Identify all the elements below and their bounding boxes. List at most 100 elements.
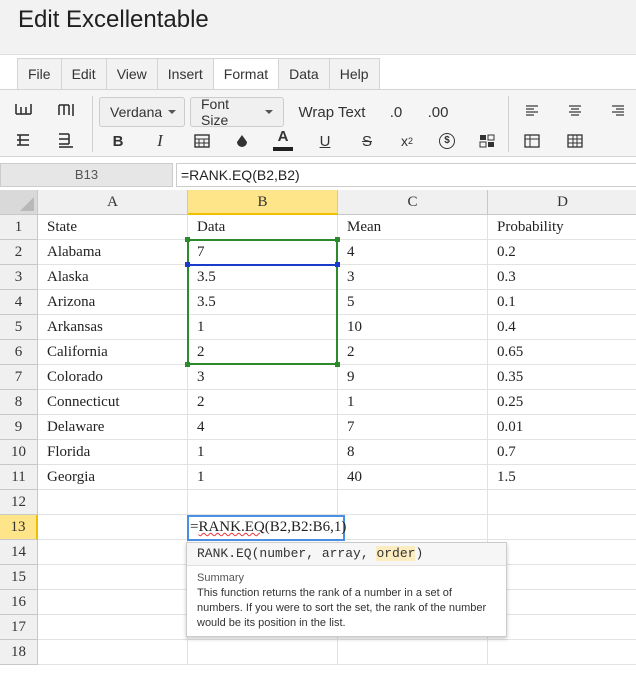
cell-d2[interactable]: 0.2 bbox=[488, 240, 636, 265]
cell-c6[interactable]: 2 bbox=[338, 340, 488, 365]
decrease-decimal-button[interactable]: .0 bbox=[384, 98, 408, 126]
menu-format[interactable]: Format bbox=[213, 59, 280, 90]
name-box[interactable]: B13 bbox=[0, 163, 173, 187]
font-size-dropdown[interactable]: Font Size bbox=[190, 96, 284, 128]
cell-d13[interactable] bbox=[488, 515, 636, 540]
cell-d4[interactable]: 0.1 bbox=[488, 290, 636, 315]
selection-handle[interactable] bbox=[335, 237, 340, 242]
cell-c18[interactable] bbox=[338, 640, 488, 665]
cell-b4[interactable]: 3.5 bbox=[188, 290, 338, 315]
cell-editor-b13[interactable]: =RANK.EQ(B2,B2:B6,1) bbox=[187, 515, 346, 541]
cell-c8[interactable]: 1 bbox=[338, 390, 488, 415]
cell-c11[interactable]: 40 bbox=[338, 465, 488, 490]
align-right-icon[interactable] bbox=[606, 98, 630, 122]
row-header-4[interactable]: 4 bbox=[0, 290, 38, 315]
cell-a2[interactable]: Alabama bbox=[38, 240, 188, 265]
cell-a4[interactable]: Arizona bbox=[38, 290, 188, 315]
cell-c1[interactable]: Mean bbox=[338, 215, 488, 240]
cell-c3[interactable]: 3 bbox=[338, 265, 488, 290]
selection-handle[interactable] bbox=[185, 262, 190, 267]
row-header-6[interactable]: 6 bbox=[0, 340, 38, 365]
increase-decimal-button[interactable]: .00 bbox=[424, 98, 452, 126]
row-header-11[interactable]: 11 bbox=[0, 465, 38, 490]
cell-d9[interactable]: 0.01 bbox=[488, 415, 636, 440]
cell-b6[interactable]: 2 bbox=[188, 340, 338, 365]
wrap-text-button[interactable]: Wrap Text bbox=[294, 98, 370, 126]
superscript-button[interactable]: x2 bbox=[396, 128, 418, 154]
insert-row-above-icon[interactable] bbox=[12, 98, 36, 122]
row-header-18[interactable]: 18 bbox=[0, 640, 38, 665]
row-header-13[interactable]: 13 bbox=[0, 515, 38, 540]
cell-a5[interactable]: Arkansas bbox=[38, 315, 188, 340]
cell-a1[interactable]: State bbox=[38, 215, 188, 240]
cell-d15[interactable] bbox=[488, 565, 636, 590]
row-header-7[interactable]: 7 bbox=[0, 365, 38, 390]
font-color-button[interactable]: A bbox=[272, 126, 294, 154]
cell-a10[interactable]: Florida bbox=[38, 440, 188, 465]
column-header-d[interactable]: D bbox=[488, 190, 636, 215]
align-left-icon[interactable] bbox=[520, 98, 544, 122]
cell-a17[interactable] bbox=[38, 615, 188, 640]
cell-a9[interactable]: Delaware bbox=[38, 415, 188, 440]
selection-handle[interactable] bbox=[335, 262, 340, 267]
cell-d1[interactable]: Probability bbox=[488, 215, 636, 240]
menu-file[interactable]: File bbox=[18, 59, 62, 90]
insert-column-icon[interactable] bbox=[54, 98, 78, 122]
menu-view[interactable]: View bbox=[107, 59, 158, 90]
fill-color-icon[interactable] bbox=[231, 128, 253, 154]
italic-button[interactable]: I bbox=[149, 128, 171, 154]
cell-a11[interactable]: Georgia bbox=[38, 465, 188, 490]
cell-c7[interactable]: 9 bbox=[338, 365, 488, 390]
cell-c5[interactable]: 10 bbox=[338, 315, 488, 340]
cell-b18[interactable] bbox=[188, 640, 338, 665]
row-header-16[interactable]: 16 bbox=[0, 590, 38, 615]
cell-c2[interactable]: 4 bbox=[338, 240, 488, 265]
conditional-format-icon[interactable] bbox=[476, 128, 498, 154]
borders-icon[interactable] bbox=[191, 128, 213, 154]
row-header-14[interactable]: 14 bbox=[0, 540, 38, 565]
row-header-1[interactable]: 1 bbox=[0, 215, 38, 240]
cell-c10[interactable]: 8 bbox=[338, 440, 488, 465]
cell-b5[interactable]: 1 bbox=[188, 315, 338, 340]
cell-b11[interactable]: 1 bbox=[188, 465, 338, 490]
cell-d7[interactable]: 0.35 bbox=[488, 365, 636, 390]
column-header-c[interactable]: C bbox=[338, 190, 488, 215]
cell-b1[interactable]: Data bbox=[188, 215, 338, 240]
menu-insert[interactable]: Insert bbox=[158, 59, 214, 90]
selection-handle[interactable] bbox=[185, 237, 190, 242]
cell-d6[interactable]: 0.65 bbox=[488, 340, 636, 365]
selection-handle[interactable] bbox=[335, 362, 340, 367]
cell-a18[interactable] bbox=[38, 640, 188, 665]
formula-input[interactable]: =RANK.EQ(B2,B2) bbox=[176, 163, 636, 187]
cell-d5[interactable]: 0.4 bbox=[488, 315, 636, 340]
cell-d10[interactable]: 0.7 bbox=[488, 440, 636, 465]
row-header-8[interactable]: 8 bbox=[0, 390, 38, 415]
cell-d3[interactable]: 0.3 bbox=[488, 265, 636, 290]
cell-b9[interactable]: 4 bbox=[188, 415, 338, 440]
cell-b7[interactable]: 3 bbox=[188, 365, 338, 390]
cell-b3[interactable]: 3.5 bbox=[188, 265, 338, 290]
menu-help[interactable]: Help bbox=[330, 59, 379, 90]
cell-d16[interactable] bbox=[488, 590, 636, 615]
cell-c9[interactable]: 7 bbox=[338, 415, 488, 440]
cell-a8[interactable]: Connecticut bbox=[38, 390, 188, 415]
cell-d11[interactable]: 1.5 bbox=[488, 465, 636, 490]
cell-b10[interactable]: 1 bbox=[188, 440, 338, 465]
row-header-2[interactable]: 2 bbox=[0, 240, 38, 265]
align-center-icon[interactable] bbox=[563, 98, 587, 122]
row-header-3[interactable]: 3 bbox=[0, 265, 38, 290]
cell-d12[interactable] bbox=[488, 490, 636, 515]
menu-data[interactable]: Data bbox=[279, 59, 330, 90]
insert-column-right-icon[interactable] bbox=[54, 128, 78, 152]
row-header-12[interactable]: 12 bbox=[0, 490, 38, 515]
cell-c4[interactable]: 5 bbox=[338, 290, 488, 315]
cell-a3[interactable]: Alaska bbox=[38, 265, 188, 290]
insert-row-below-icon[interactable] bbox=[12, 128, 36, 152]
menu-edit[interactable]: Edit bbox=[62, 59, 107, 90]
currency-button[interactable]: $ bbox=[436, 128, 458, 154]
cell-a13[interactable] bbox=[38, 515, 188, 540]
cell-d8[interactable]: 0.25 bbox=[488, 390, 636, 415]
cell-b2[interactable]: 7 bbox=[188, 240, 338, 265]
column-header-b[interactable]: B bbox=[188, 190, 338, 215]
underline-button[interactable]: U bbox=[314, 128, 336, 154]
